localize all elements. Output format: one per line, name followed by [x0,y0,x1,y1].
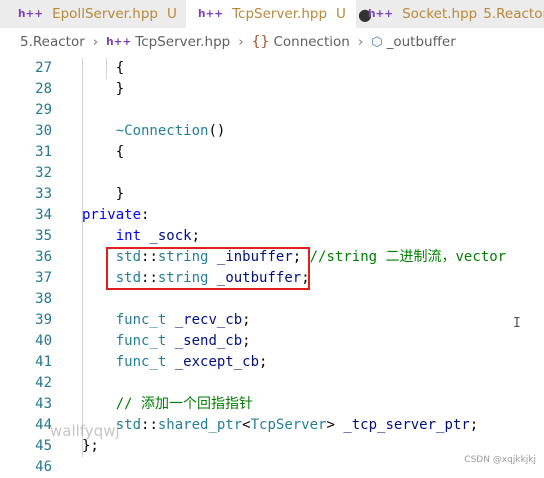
line-number: 35 [35,228,52,244]
field-cube-icon: ⬡ [371,34,383,50]
line-number: 43 [35,396,52,412]
line-number: 40 [35,333,52,349]
indent-guide [106,58,107,79]
cpp-header-icon: h++ [368,8,394,20]
line-number: 28 [35,81,52,97]
breadcrumb-folder[interactable]: 5.Reactor [20,34,85,50]
untracked-badge: U [166,6,177,22]
cpp-header-icon: h++ [198,8,224,20]
tab-socket[interactable]: h++ Socket.hpp 5.Reactor U [356,0,544,28]
line-number: 38 [35,291,52,307]
line-number: 32 [35,165,52,181]
code-text: { [82,60,125,76]
tab-tcpserver[interactable]: h++ TcpServer.hpp U ● [186,0,372,28]
tab-epollserver[interactable]: h++ EpollServer.hpp U [0,0,186,28]
line-number: 34 [35,207,52,223]
line-number: 37 [35,270,52,286]
line-number: 39 [35,312,52,328]
code-text: } [82,186,125,202]
line-number: 27 [35,60,52,76]
code-text: } [82,81,125,97]
chevron-right-icon: › [238,34,244,50]
chevron-right-icon: › [92,34,99,50]
untracked-badge: U [336,6,346,22]
cpp-header-icon: h++ [18,8,44,20]
tab-label: EpollServer.hpp [52,6,158,22]
tab-label: Socket.hpp [402,6,478,22]
line-number: 46 [35,459,52,475]
line-number: 45 [35,438,52,454]
code-text: ~Connection() [115,123,226,139]
code-text: func_t _except_cb; [115,354,268,370]
highlight-box [106,247,310,290]
code-line[interactable]: 46 [0,457,544,478]
breadcrumb: 5.Reactor › h++ TcpServer.hpp › {} Conne… [0,28,544,56]
line-number: 41 [35,354,52,370]
code-text: { [82,144,125,160]
code-text: func_t _recv_cb; [115,312,251,328]
indent-guide [82,58,83,247]
line-number: 31 [35,144,52,160]
class-bracket-icon: {} [251,34,270,50]
breadcrumb-class[interactable]: Connection [273,34,349,50]
csdn-watermark: CSDN @xqjkkjkj [464,455,536,465]
line-number: 29 [35,102,52,118]
breadcrumb-file[interactable]: TcpServer.hpp [135,34,230,50]
line-number: 36 [35,249,52,265]
code-text: std::shared_ptr<TcpServer> _tcp_server_p… [115,417,479,433]
editor-tab-bar: h++ EpollServer.hpp U h++ TcpServer.hpp … [0,0,544,28]
code-text: private: [82,207,150,223]
breadcrumb-member[interactable]: _outbuffer [387,34,456,50]
line-number: 42 [35,375,52,391]
folder-badge: 5.Reactor [483,6,544,22]
inline-comment: //string 二进制流，vector [301,249,507,265]
cpp-header-icon: h++ [106,36,132,48]
code-text: func_t _send_cb; [115,333,251,349]
watermark: wallfyqwj [50,422,120,440]
tab-label: TcpServer.hpp [232,6,328,22]
line-number: 44 [35,417,52,433]
code-text: // 添加一个回指指针 [82,396,254,412]
line-number: 33 [35,186,52,202]
line-number: 30 [35,123,52,139]
chevron-right-icon: › [357,34,364,50]
code-text: int _sock; [115,228,201,244]
text-cursor-icon: I [513,316,521,331]
